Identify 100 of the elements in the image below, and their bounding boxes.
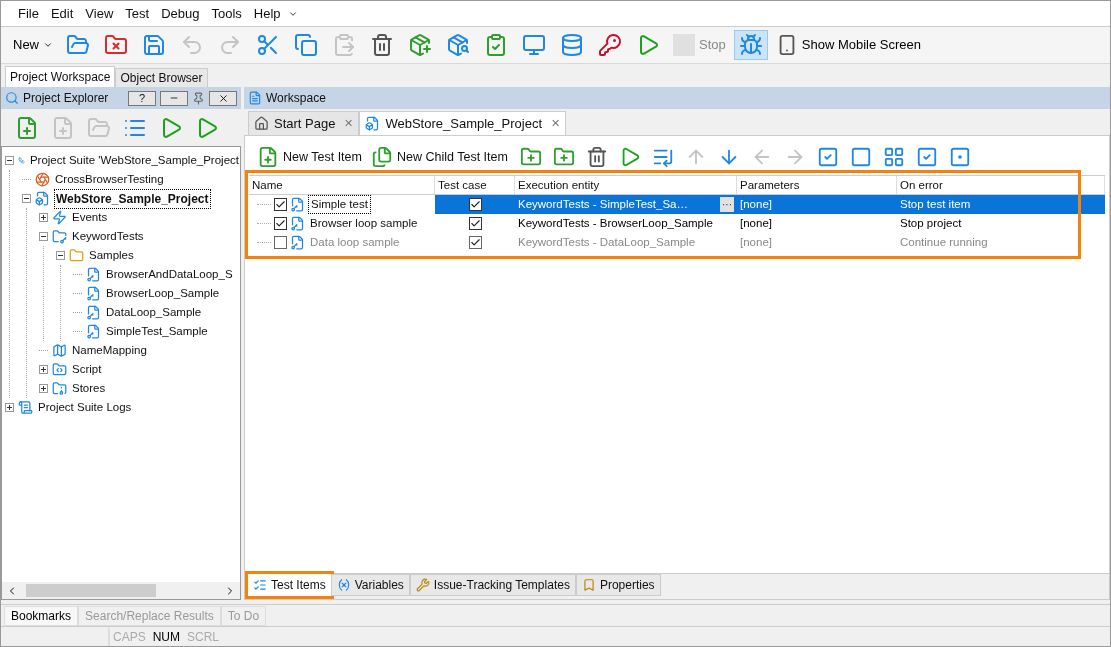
redo-icon bbox=[218, 33, 242, 57]
project-icon bbox=[35, 191, 50, 206]
column-header[interactable]: Execution entity bbox=[515, 176, 737, 194]
ring-icon bbox=[35, 172, 50, 187]
test-case-checkbox[interactable] bbox=[468, 236, 482, 249]
copy-icon bbox=[294, 33, 318, 57]
folder-open-icon bbox=[87, 115, 111, 140]
file-key-icon bbox=[86, 305, 101, 320]
restore-button[interactable] bbox=[160, 90, 188, 106]
output-tab[interactable]: Bookmarks bbox=[4, 606, 79, 626]
collapse-icon[interactable] bbox=[22, 194, 31, 203]
test-case-checkbox[interactable] bbox=[468, 198, 482, 211]
toolbar-button[interactable]: New Child Test Item bbox=[370, 142, 512, 172]
file-key-icon bbox=[86, 267, 101, 282]
column-header[interactable]: On error bbox=[897, 176, 1105, 194]
expand-icon[interactable] bbox=[39, 213, 48, 222]
collapse-icon[interactable] bbox=[39, 232, 48, 241]
folder-plus-icon bbox=[552, 146, 575, 168]
file-plus-icon bbox=[51, 115, 75, 140]
test-case-checkbox[interactable] bbox=[468, 217, 482, 230]
table-row[interactable]: Simple test KeywordTests - SimpleTest_Sa… ··· [none] Stop test item bbox=[249, 195, 1105, 214]
folder-icon bbox=[69, 248, 84, 263]
enable-checkbox[interactable] bbox=[274, 217, 287, 230]
panel-tab[interactable]: Project Workspace bbox=[5, 66, 116, 87]
new-menu-button[interactable]: New bbox=[9, 31, 57, 59]
tree-item[interactable]: Project Suite Logs bbox=[37, 398, 133, 417]
expand-icon[interactable] bbox=[5, 403, 14, 412]
table-cell-text: Stop test item bbox=[900, 196, 971, 212]
variable-icon bbox=[336, 578, 351, 592]
tree-item[interactable]: NameMapping bbox=[71, 341, 148, 360]
table-cell-text: Data loop sample bbox=[309, 234, 401, 250]
file-plus-icon bbox=[257, 146, 279, 168]
folder-script-icon bbox=[52, 362, 67, 377]
menu-item[interactable]: Debug bbox=[156, 3, 205, 24]
document-tab[interactable]: Start Page ✕ bbox=[248, 111, 360, 135]
enable-checkbox[interactable] bbox=[274, 236, 287, 249]
view-tab[interactable]: Issue-Tracking Templates bbox=[409, 574, 576, 596]
view-tab[interactable]: Variables bbox=[330, 574, 410, 596]
tree-item[interactable]: BrowserAndDataLoop_S bbox=[105, 265, 234, 284]
checked-square-icon bbox=[915, 146, 938, 168]
collapse-icon[interactable] bbox=[5, 156, 14, 165]
close-button[interactable] bbox=[209, 90, 237, 106]
table-cell-text: Stop project bbox=[900, 215, 962, 231]
panel-tab[interactable]: Object Browser bbox=[115, 68, 208, 87]
map-icon bbox=[52, 343, 67, 358]
home-icon bbox=[254, 116, 269, 131]
tree-item[interactable]: CrossBrowserTesting bbox=[54, 170, 165, 189]
toolbar-button[interactable]: New Test Item bbox=[257, 142, 366, 172]
tree-item[interactable]: Script bbox=[71, 360, 103, 379]
view-tab[interactable]: Test Items bbox=[248, 574, 331, 596]
enable-checkbox[interactable] bbox=[274, 198, 287, 211]
expand-icon[interactable] bbox=[39, 384, 48, 393]
bug-icon bbox=[738, 33, 763, 57]
list-icon bbox=[253, 578, 267, 592]
horizontal-scrollbar[interactable] bbox=[2, 582, 240, 599]
help-button[interactable]: ? bbox=[128, 90, 156, 106]
table-cell-text: Continue running bbox=[900, 234, 988, 250]
toolbar-button[interactable] bbox=[733, 30, 768, 60]
tree-item[interactable]: Samples bbox=[88, 246, 135, 265]
pin-icon[interactable] bbox=[192, 91, 205, 105]
expand-icon[interactable] bbox=[39, 365, 48, 374]
panel-title: Workspace bbox=[266, 90, 326, 107]
tree-item[interactable]: Project Suite 'WebStore_Sample_Project bbox=[28, 151, 240, 170]
status-indicator: SCRL bbox=[187, 628, 220, 646]
table-cell-text: KeywordTests - SimpleTest_Sa… bbox=[518, 196, 688, 212]
document-tab[interactable]: WebStore_Sample_Project ✕ bbox=[359, 111, 566, 135]
ellipsis-button[interactable]: ··· bbox=[720, 197, 734, 212]
menu-item[interactable]: File bbox=[13, 3, 44, 24]
status-indicator: NUM bbox=[152, 628, 180, 646]
tree-item[interactable]: BrowserLoop_Sample bbox=[105, 284, 221, 303]
column-header[interactable]: Name bbox=[249, 176, 435, 194]
tab-close[interactable]: ✕ bbox=[344, 115, 354, 132]
table-row[interactable]: Data loop sample KeywordTests - DataLoop_Sample [none] Continue running bbox=[249, 233, 1105, 252]
tree-item[interactable]: KeywordTests bbox=[71, 227, 145, 246]
file-plus-icon bbox=[15, 115, 39, 140]
folder-x-icon bbox=[104, 33, 128, 57]
grid-icon bbox=[882, 146, 905, 168]
tree-item[interactable]: Events bbox=[71, 208, 109, 227]
square-icon bbox=[849, 146, 872, 168]
column-header[interactable]: Parameters bbox=[737, 176, 897, 194]
tree-item[interactable]: SimpleTest_Sample bbox=[105, 322, 209, 341]
column-header[interactable]: Test case bbox=[435, 176, 515, 194]
tree-item[interactable]: DataLoop_Sample bbox=[105, 303, 203, 322]
toolbar-button[interactable]: Show Mobile Screen bbox=[771, 31, 925, 59]
tree-item[interactable]: Stores bbox=[71, 379, 107, 398]
folder-key-icon bbox=[52, 229, 67, 244]
box-plus-icon bbox=[408, 33, 432, 57]
menu-item[interactable]: Tools bbox=[206, 3, 247, 24]
log-icon bbox=[18, 400, 33, 415]
menu-item[interactable]: Help bbox=[248, 3, 286, 24]
menu-item[interactable]: View bbox=[80, 3, 119, 24]
collapse-icon[interactable] bbox=[56, 251, 65, 260]
menu-item[interactable]: Edit bbox=[45, 3, 79, 24]
view-tab[interactable]: Properties bbox=[575, 574, 661, 596]
tab-close[interactable]: ✕ bbox=[551, 115, 560, 132]
table-row[interactable]: Browser loop sample KeywordTests - BrowserLoop_Sample [none] Stop project bbox=[249, 214, 1105, 233]
project-icon bbox=[365, 116, 381, 131]
tree-item[interactable]: WebStore_Sample_Project bbox=[54, 188, 211, 209]
status-indicator: CAPS bbox=[113, 628, 146, 646]
menu-item[interactable]: Test bbox=[120, 3, 155, 24]
